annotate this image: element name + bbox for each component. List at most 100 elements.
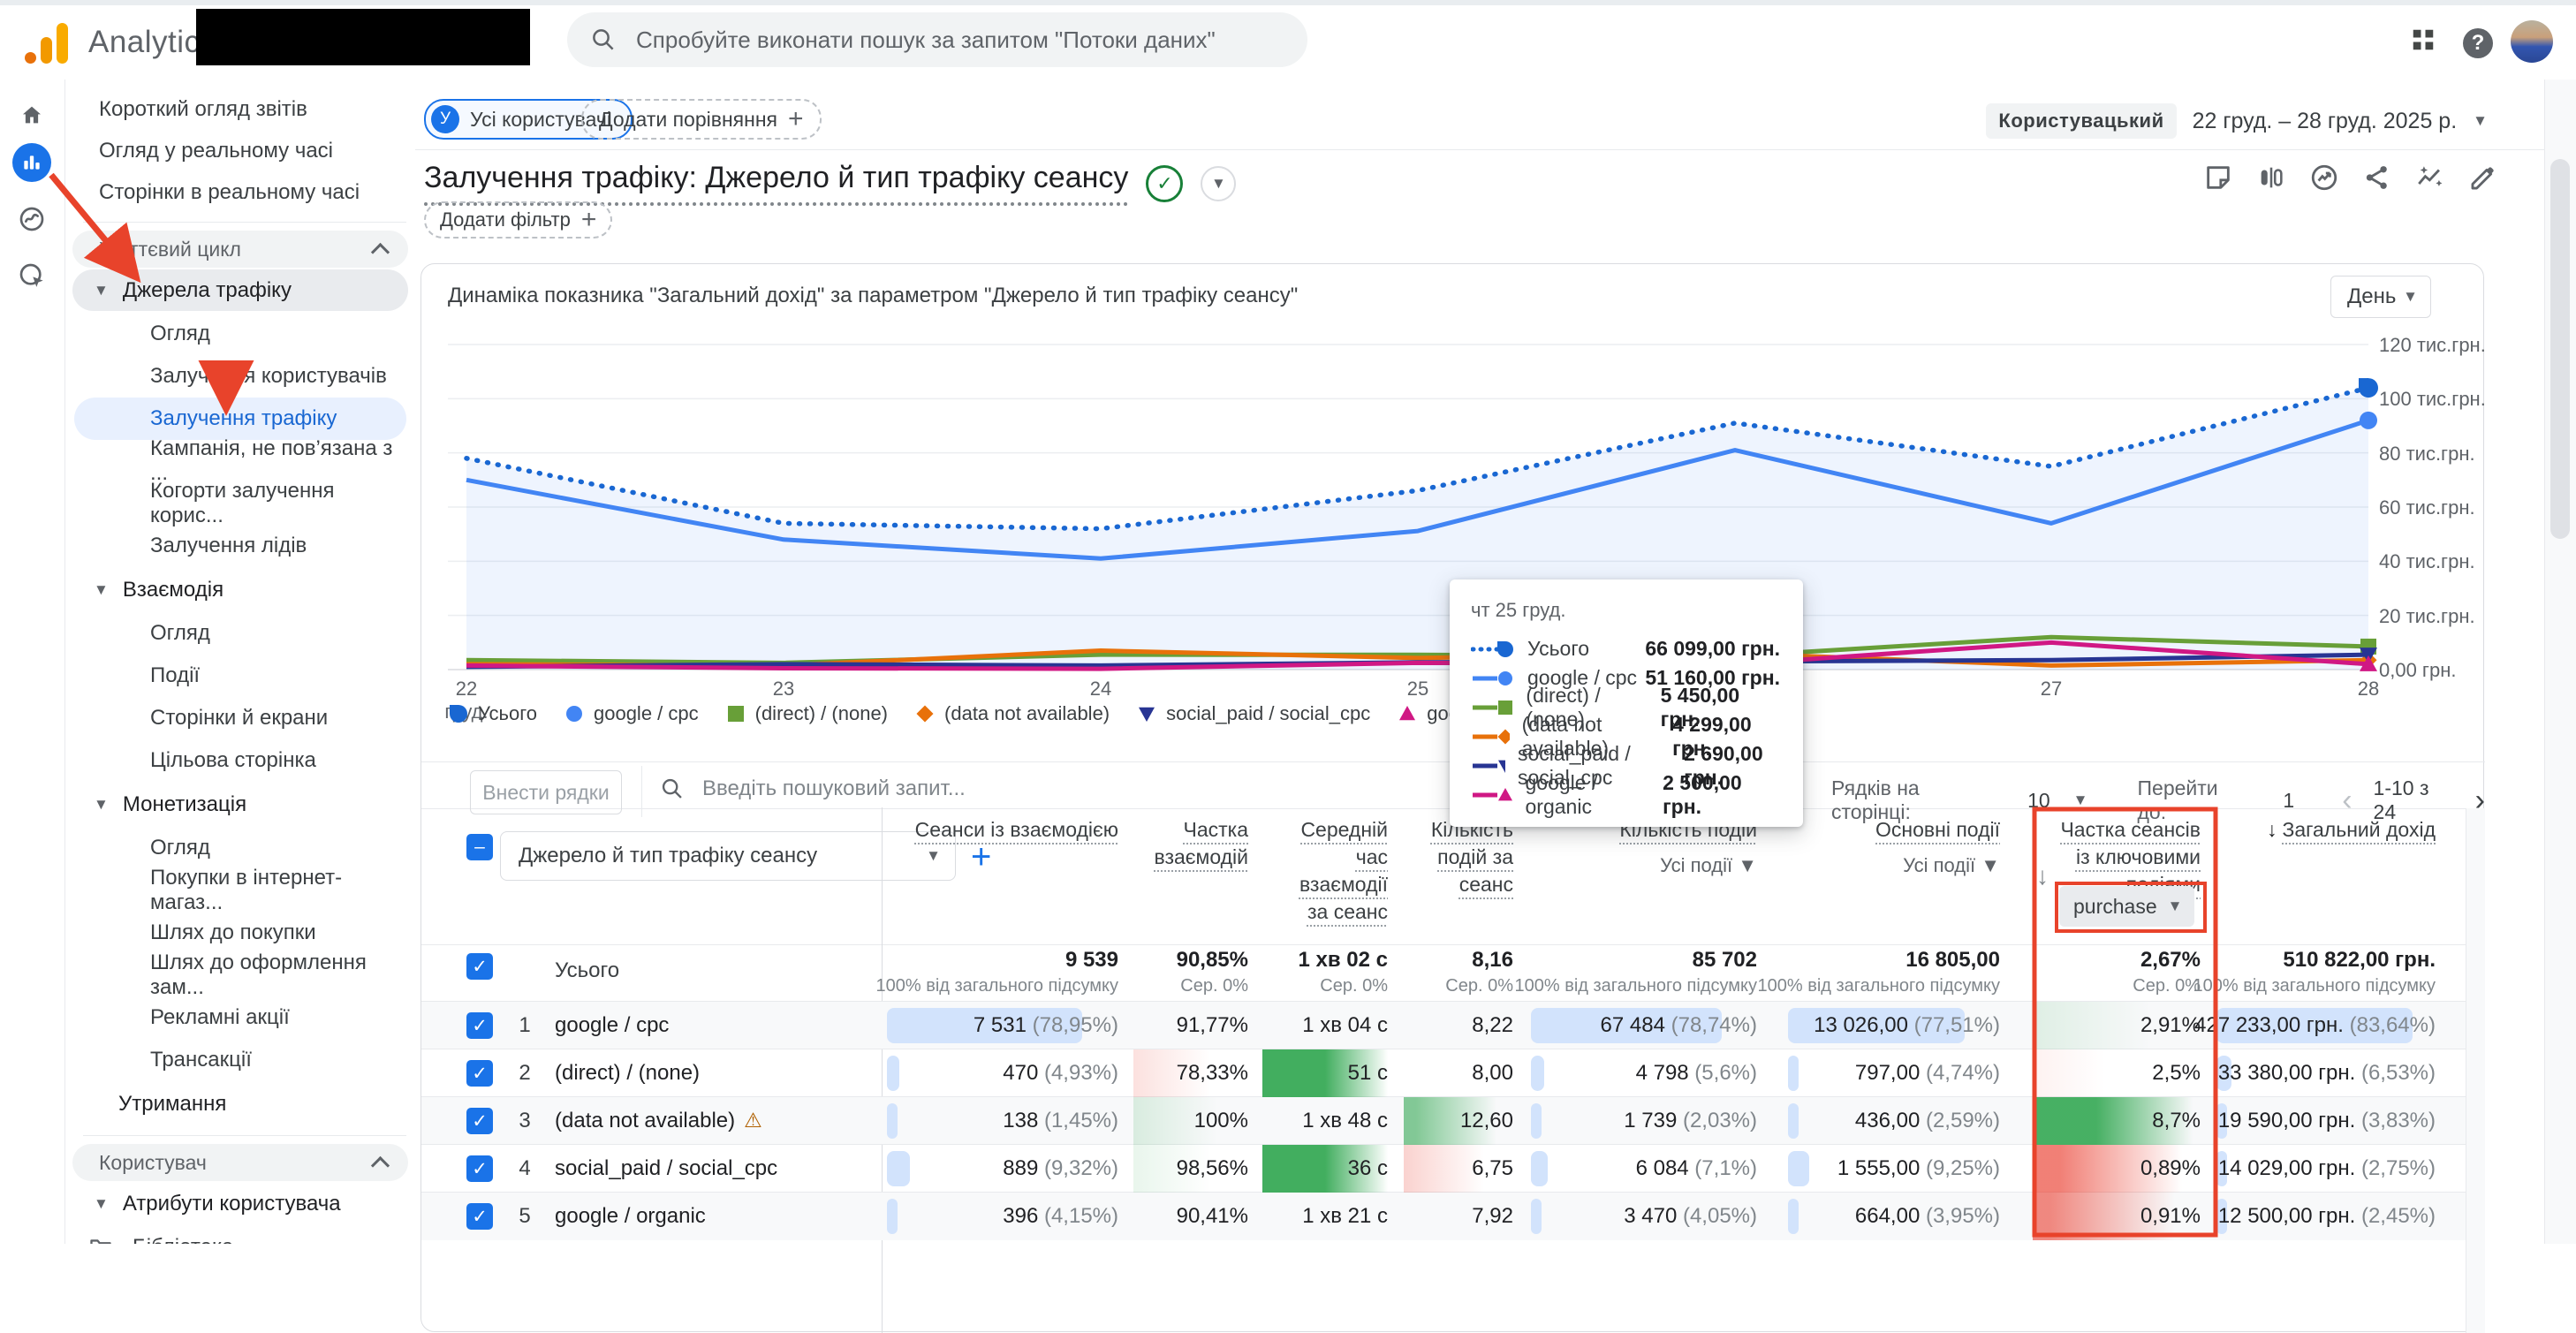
- add-comparison-button[interactable]: Додати порівняння +: [581, 99, 822, 140]
- sidebar-section-user[interactable]: Користувач: [72, 1144, 408, 1181]
- column-header-line: Частка сеансів: [2033, 816, 2201, 844]
- row-checkbox[interactable]: ✓: [466, 1108, 493, 1134]
- insights-icon[interactable]: [2307, 161, 2341, 194]
- proportion-bar: [1531, 1056, 1545, 1091]
- home-icon[interactable]: [12, 95, 51, 134]
- table-cell: 436,00 (2,59%): [1786, 1097, 2014, 1145]
- sidebar-item-кампанія--не-пов-язана-з----[interactable]: Кампанія, не пов’язана з ...: [74, 436, 406, 485]
- data-quality-icon[interactable]: ✓: [1146, 164, 1184, 202]
- sidebar-item-залучення-лідів[interactable]: Залучення лідів: [74, 525, 406, 567]
- sidebar-item-когорти-залучення-корис---[interactable]: Когорти залучення корис...: [74, 479, 406, 527]
- legend-item[interactable]: Усього: [448, 702, 537, 725]
- title-dropdown-button[interactable]: ▼: [1201, 165, 1237, 201]
- table-row[interactable]: ✓ 1 google / cpc 7 531 (78,95%) 91,77% 1 хв 0…: [421, 1001, 2485, 1049]
- sidebar-item-library[interactable]: Бібліотека: [65, 1226, 415, 1244]
- column-subfilter[interactable]: Усі події ▼: [1786, 852, 2000, 879]
- sidebar-item-шлях-до-оформлення-зам---[interactable]: Шлях до оформлення зам...: [74, 951, 406, 999]
- select-all-checkbox[interactable]: –: [466, 834, 493, 860]
- date-mode-badge: Користувацький: [1986, 103, 2177, 139]
- sidebar-item-огляд[interactable]: Огляд: [74, 612, 406, 655]
- table-row[interactable]: ✓ 2 (direct) / (none) 470 (4,93%) 78,33% 51 с…: [421, 1049, 2485, 1097]
- table-cell: 6 084 (7,1%): [1529, 1145, 1771, 1193]
- chevron-down-icon[interactable]: ▼: [2073, 791, 2088, 809]
- tooltip-marker: [1473, 670, 1512, 685]
- share-icon[interactable]: [2360, 161, 2394, 194]
- legend-item[interactable]: google / cpc: [564, 702, 699, 725]
- tooltip-series-value: 2 500,00 грн.: [1663, 770, 1742, 818]
- column-header-1[interactable]: Частка взаємодій: [1133, 816, 1248, 871]
- sidebar-group-2[interactable]: ▼ Монетизація: [72, 784, 408, 825]
- avatar[interactable]: [2511, 20, 2553, 63]
- sidebar-item-quick-1[interactable]: Огляд у реальному часі: [65, 130, 415, 171]
- table-row[interactable]: ✓ 5 google / organic 396 (4,15%) 90,41% 1 хв …: [421, 1192, 2485, 1240]
- legend-marker-drop: [450, 705, 467, 723]
- column-subfilter[interactable]: Усі події ▼: [1529, 852, 1757, 879]
- cell-percent: (3,83%): [2355, 1109, 2436, 1132]
- advertising-icon[interactable]: [12, 256, 51, 295]
- row-dimension-value: social_paid / social_cpc: [555, 1156, 778, 1180]
- table-row[interactable]: ✓ 3 (data not available) ⚠ 138 (1,45%) 100% 1 …: [421, 1096, 2485, 1145]
- explore-icon[interactable]: [12, 200, 51, 239]
- sidebar-item-трансакції[interactable]: Трансакції: [74, 1039, 406, 1081]
- edit-icon[interactable]: [2466, 161, 2500, 194]
- cell-value: 12,60: [1459, 1109, 1513, 1132]
- sparkline-insights-icon[interactable]: [2413, 161, 2447, 194]
- analytics-logo-icon[interactable]: [25, 21, 68, 64]
- page-scrollbar[interactable]: [2544, 80, 2576, 1244]
- account-selector-redacted[interactable]: [196, 9, 530, 65]
- tooltip-marker: [1471, 640, 1513, 657]
- sidebar-item-залучення-користувачів[interactable]: Залучення користувачів: [74, 355, 406, 398]
- column-header-3[interactable]: Кількість подій за сеанс: [1404, 816, 1513, 898]
- sidebar-item-рекламні-акції[interactable]: Рекламні акції: [74, 996, 406, 1039]
- global-search-input[interactable]: Спробуйте виконати пошук за запитом "Пот…: [567, 12, 1307, 67]
- sidebar-group-3[interactable]: Утримання: [72, 1083, 408, 1125]
- purchase-select[interactable]: purchase ▼: [2059, 886, 2195, 927]
- table-row[interactable]: ✓ 4 social_paid / social_cpc 889 (9,32%) 98,…: [421, 1144, 2485, 1193]
- comparison-icon[interactable]: [2254, 161, 2288, 194]
- legend-item[interactable]: (data not available): [914, 702, 1110, 725]
- sidebar-item-огляд[interactable]: Огляд: [74, 827, 406, 869]
- column-header-7[interactable]: ↓ Загальний дохід: [2215, 816, 2436, 844]
- table-search-input[interactable]: Введіть пошуковий запит...: [660, 776, 966, 801]
- legend-item[interactable]: social_paid / social_cpc: [1136, 702, 1370, 725]
- sidebar-group-user-attributes[interactable]: ▼ Атрибути користувача: [72, 1183, 408, 1224]
- table-cell: 51 с: [1262, 1049, 1402, 1097]
- row-checkbox[interactable]: ✓: [466, 1155, 493, 1182]
- cell-value: 427 233,00 грн. (83,64%): [2194, 1013, 2436, 1037]
- legend-item[interactable]: (direct) / (none): [725, 702, 888, 725]
- date-range-picker[interactable]: Користувацький 22 груд. – 28 груд. 2025 …: [1986, 103, 2488, 139]
- tooltip-series-value: 66 099,00 грн.: [1645, 637, 1780, 660]
- row-checkbox[interactable]: ✓: [466, 1203, 493, 1230]
- sidebar-item-події[interactable]: Події: [74, 655, 406, 697]
- row-checkbox[interactable]: ✓: [466, 1012, 493, 1039]
- row-checkbox[interactable]: ✓: [466, 953, 493, 980]
- row-checkbox[interactable]: ✓: [466, 1060, 493, 1087]
- sidebar-item-сторінки-й-екрани[interactable]: Сторінки й екрани: [74, 697, 406, 739]
- sidebar-item-quick-2[interactable]: Сторінки в реальному часі: [65, 171, 415, 213]
- cell-value: 0,91%: [2140, 1204, 2201, 1228]
- table-cell: 19 590,00 грн. (3,83%): [2215, 1097, 2450, 1145]
- notes-icon[interactable]: [2201, 161, 2235, 194]
- table-cell: 7 531 (78,95%): [885, 1002, 1133, 1049]
- sidebar-item-огляд[interactable]: Огляд: [74, 313, 406, 355]
- sidebar-item-цільова-сторінка[interactable]: Цільова сторінка: [74, 739, 406, 782]
- sidebar-item-quick-0[interactable]: Короткий огляд звітів: [65, 88, 415, 130]
- sidebar-group-0[interactable]: ▼ Джерела трафіку: [72, 269, 408, 311]
- table-scrollbar[interactable]: [2466, 808, 2485, 1333]
- apps-grid-icon[interactable]: [2410, 27, 2436, 53]
- sidebar-group-1[interactable]: ▼ Взаємодія: [72, 569, 408, 610]
- column-header-0[interactable]: Сеанси із взаємодією: [885, 816, 1118, 844]
- proportion-bar: [1788, 1056, 1799, 1091]
- reports-icon[interactable]: [12, 143, 51, 182]
- sidebar-item-шлях-до-покупки[interactable]: Шлях до покупки: [74, 912, 406, 954]
- sidebar-item-залучення-трафіку[interactable]: Залучення трафіку: [74, 398, 406, 440]
- column-header-5[interactable]: Основні події Усі події ▼: [1786, 816, 2000, 879]
- add-filter-button[interactable]: Додати фільтр +: [424, 201, 613, 239]
- cell-value: 1 хв 04 с: [1302, 1013, 1388, 1037]
- sidebar-section-lifecycle[interactable]: Життєвий цикл: [72, 231, 408, 268]
- column-header-2[interactable]: Середній час взаємодії за сеанс: [1262, 816, 1388, 926]
- totals-subtext: Сер. 0%: [2133, 976, 2201, 996]
- sidebar-item-покупки-в-інтернет-магаз---[interactable]: Покупки в інтернет-магаз...: [74, 866, 406, 914]
- cell-value: 6,75: [1472, 1156, 1513, 1180]
- help-icon[interactable]: ?: [2463, 28, 2493, 58]
